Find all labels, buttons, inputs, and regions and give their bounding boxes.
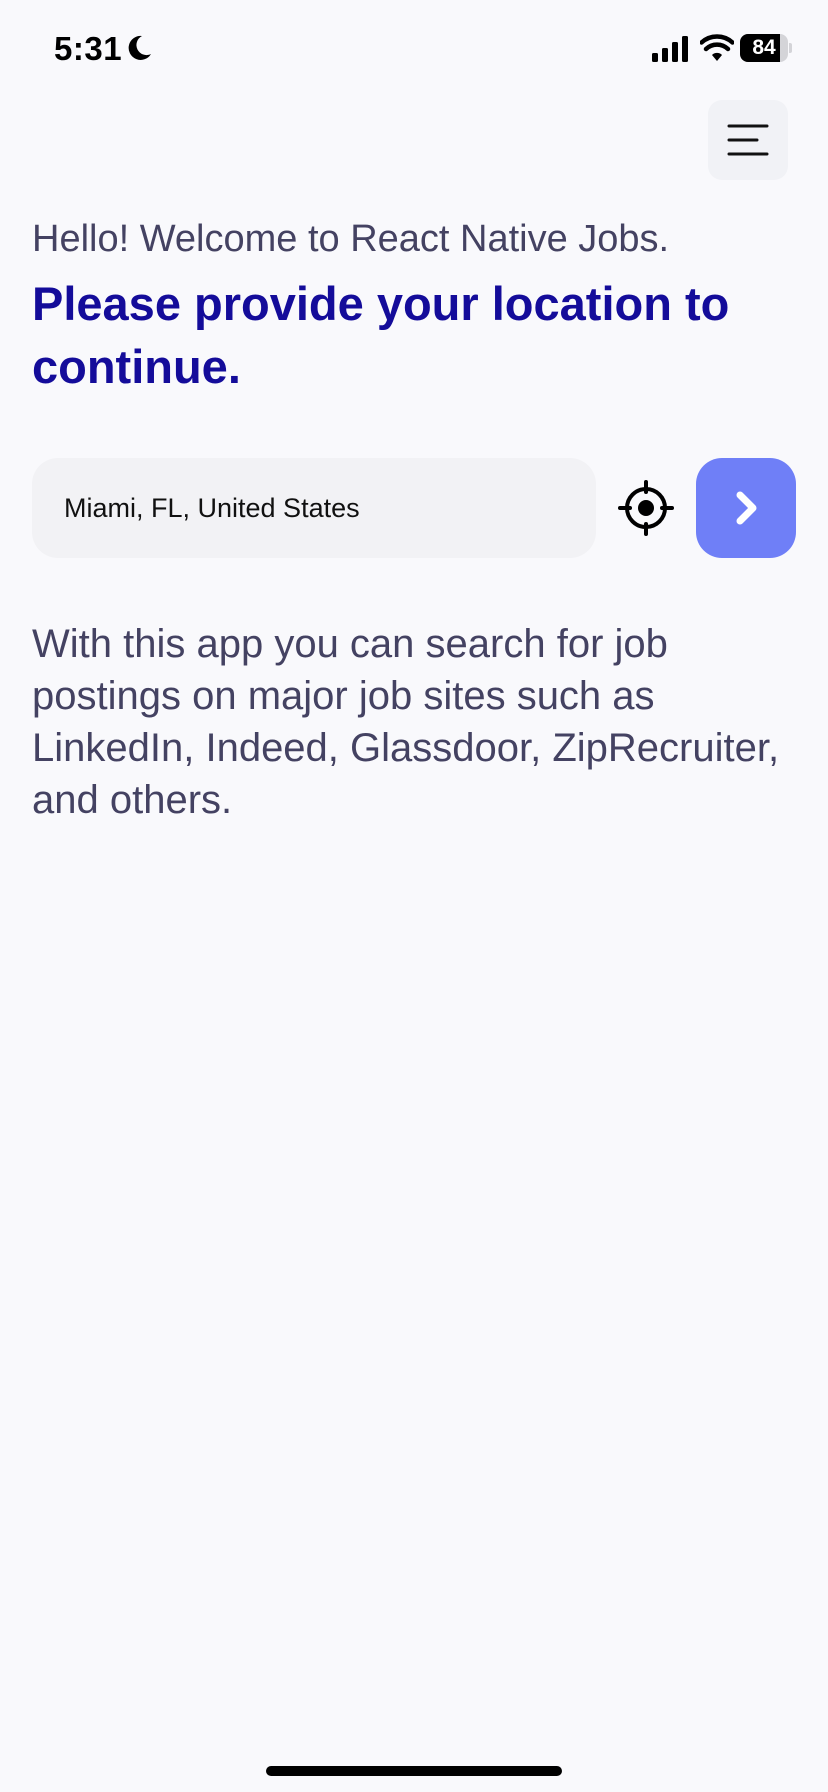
location-input[interactable] xyxy=(64,458,574,558)
page-title: Please provide your location to continue… xyxy=(32,277,730,393)
battery-cap xyxy=(789,43,792,53)
home-indicator[interactable] xyxy=(266,1766,562,1776)
moon-icon xyxy=(128,35,151,60)
battery-body: 84 xyxy=(740,34,788,62)
chevron-right-icon xyxy=(736,491,757,525)
crosshair-icon xyxy=(618,480,674,536)
hamburger-menu-icon xyxy=(727,124,769,156)
continue-button[interactable] xyxy=(696,458,796,558)
status-time: 5:31 xyxy=(54,30,123,67)
battery-icon: 84 xyxy=(740,34,792,62)
wifi-icon xyxy=(700,34,734,61)
status-bar: 5:31 84 xyxy=(0,0,828,100)
use-current-location-button[interactable] xyxy=(618,480,674,536)
signal-icon xyxy=(652,36,688,62)
welcome-text: Hello! Welcome to React Native Jobs. xyxy=(32,218,670,260)
menu-button[interactable] xyxy=(708,100,788,180)
app-description: With this app you can search for job pos… xyxy=(32,622,780,822)
battery-level: 84 xyxy=(752,36,776,59)
location-input-container[interactable] xyxy=(32,458,596,558)
